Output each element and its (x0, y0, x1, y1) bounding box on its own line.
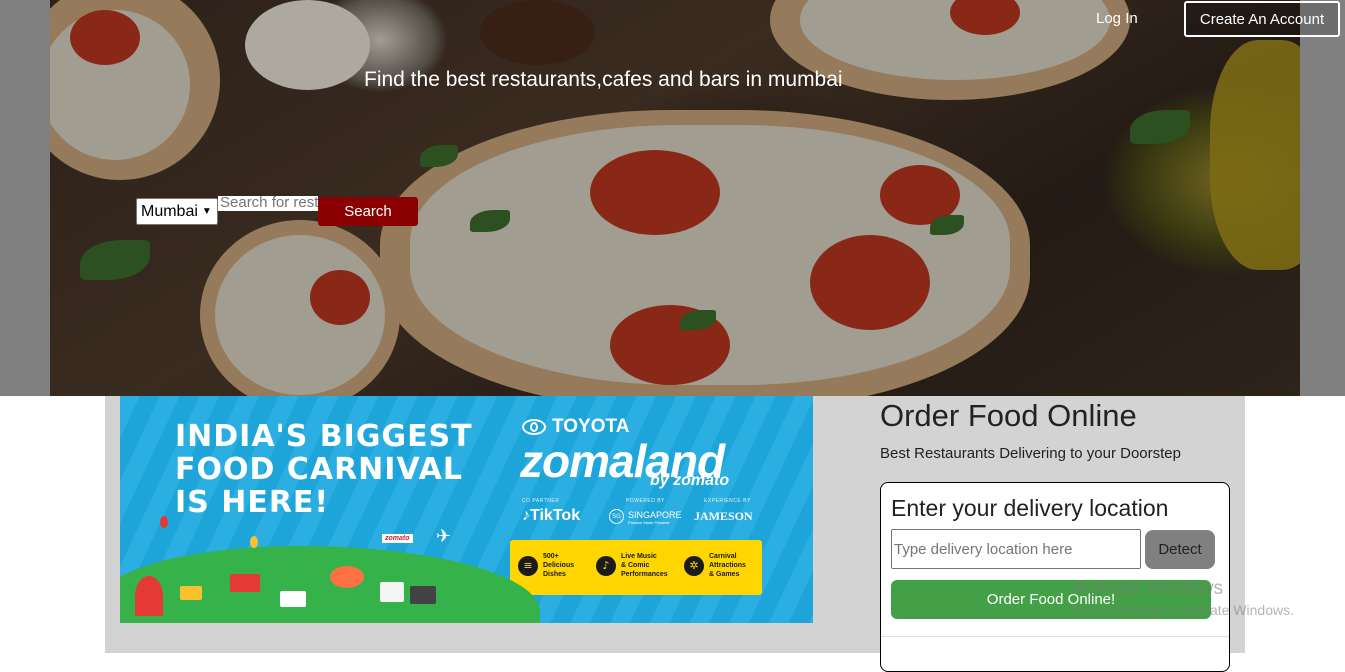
feature-music: ♪ Live Music & Comic Performances (596, 552, 668, 579)
hero-section: Find the best restaurants,cafes and bars… (0, 0, 1345, 396)
banner-headline: INDIA'S BIGGEST FOOD CARNIVAL IS HERE! (175, 419, 473, 520)
powered-by-caption: POWERED BY (626, 498, 665, 504)
by-zomato-text: by zomato (650, 472, 730, 489)
airplane-icon: ✈ (436, 526, 452, 547)
restaurant-search-input[interactable]: Search for restaurants (218, 196, 318, 211)
delivery-card-title: Enter your delivery location (891, 495, 1169, 521)
ferris-wheel-icon: ✲ (684, 555, 704, 576)
feature-carnival: ✲ Carnival Attractions & Games (684, 552, 746, 579)
login-link[interactable]: Log In (1096, 10, 1138, 27)
zomato-tag: zomato (382, 534, 413, 543)
experience-by-caption: EXPERIENCE BY (704, 498, 751, 504)
city-select[interactable]: Mumbai ▼ (136, 198, 218, 225)
city-select-value: Mumbai (141, 202, 198, 220)
delivery-location-card: Enter your delivery location Type delive… (880, 482, 1230, 672)
banner-features-box: ≡ 500+ Delicious Dishes ♪ Live Music & Comi… (510, 540, 762, 595)
feature-dishes: ≡ 500+ Delicious Dishes (518, 552, 574, 579)
order-food-online-button[interactable]: Order Food Online! (891, 580, 1211, 619)
search-button[interactable]: Search (318, 197, 418, 226)
microphone-icon: ♪ (596, 555, 616, 576)
toyota-emblem-icon (522, 419, 546, 435)
burger-icon: ≡ (518, 555, 538, 576)
hero-tagline: Find the best restaurants,cafes and bars… (364, 68, 843, 91)
order-food-subtitle: Best Restaurants Delivering to your Door… (880, 445, 1181, 462)
tiktok-note-icon: ♪ (522, 507, 530, 524)
chevron-down-icon: ▼ (201, 206, 212, 217)
delivery-location-input[interactable]: Type delivery location here (891, 529, 1141, 569)
detect-location-button[interactable]: Detect (1145, 530, 1215, 569)
singapore-tagline: Passion Made Possible (628, 520, 670, 525)
zomaland-promo-banner[interactable]: INDIA'S BIGGEST FOOD CARNIVAL IS HERE! T… (120, 396, 813, 623)
tiktok-logo: ♪TikTok (522, 507, 581, 524)
jameson-logo: JAMESON (694, 509, 753, 523)
singapore-logo-icon: SG (609, 509, 624, 524)
create-account-button[interactable]: Create An Account (1184, 1, 1340, 37)
co-partner-caption: CO PARTNER (522, 498, 560, 504)
order-food-title: Order Food Online (880, 398, 1137, 433)
card-divider (881, 636, 1229, 637)
singapore-logo: SINGAPORE (628, 510, 682, 520)
